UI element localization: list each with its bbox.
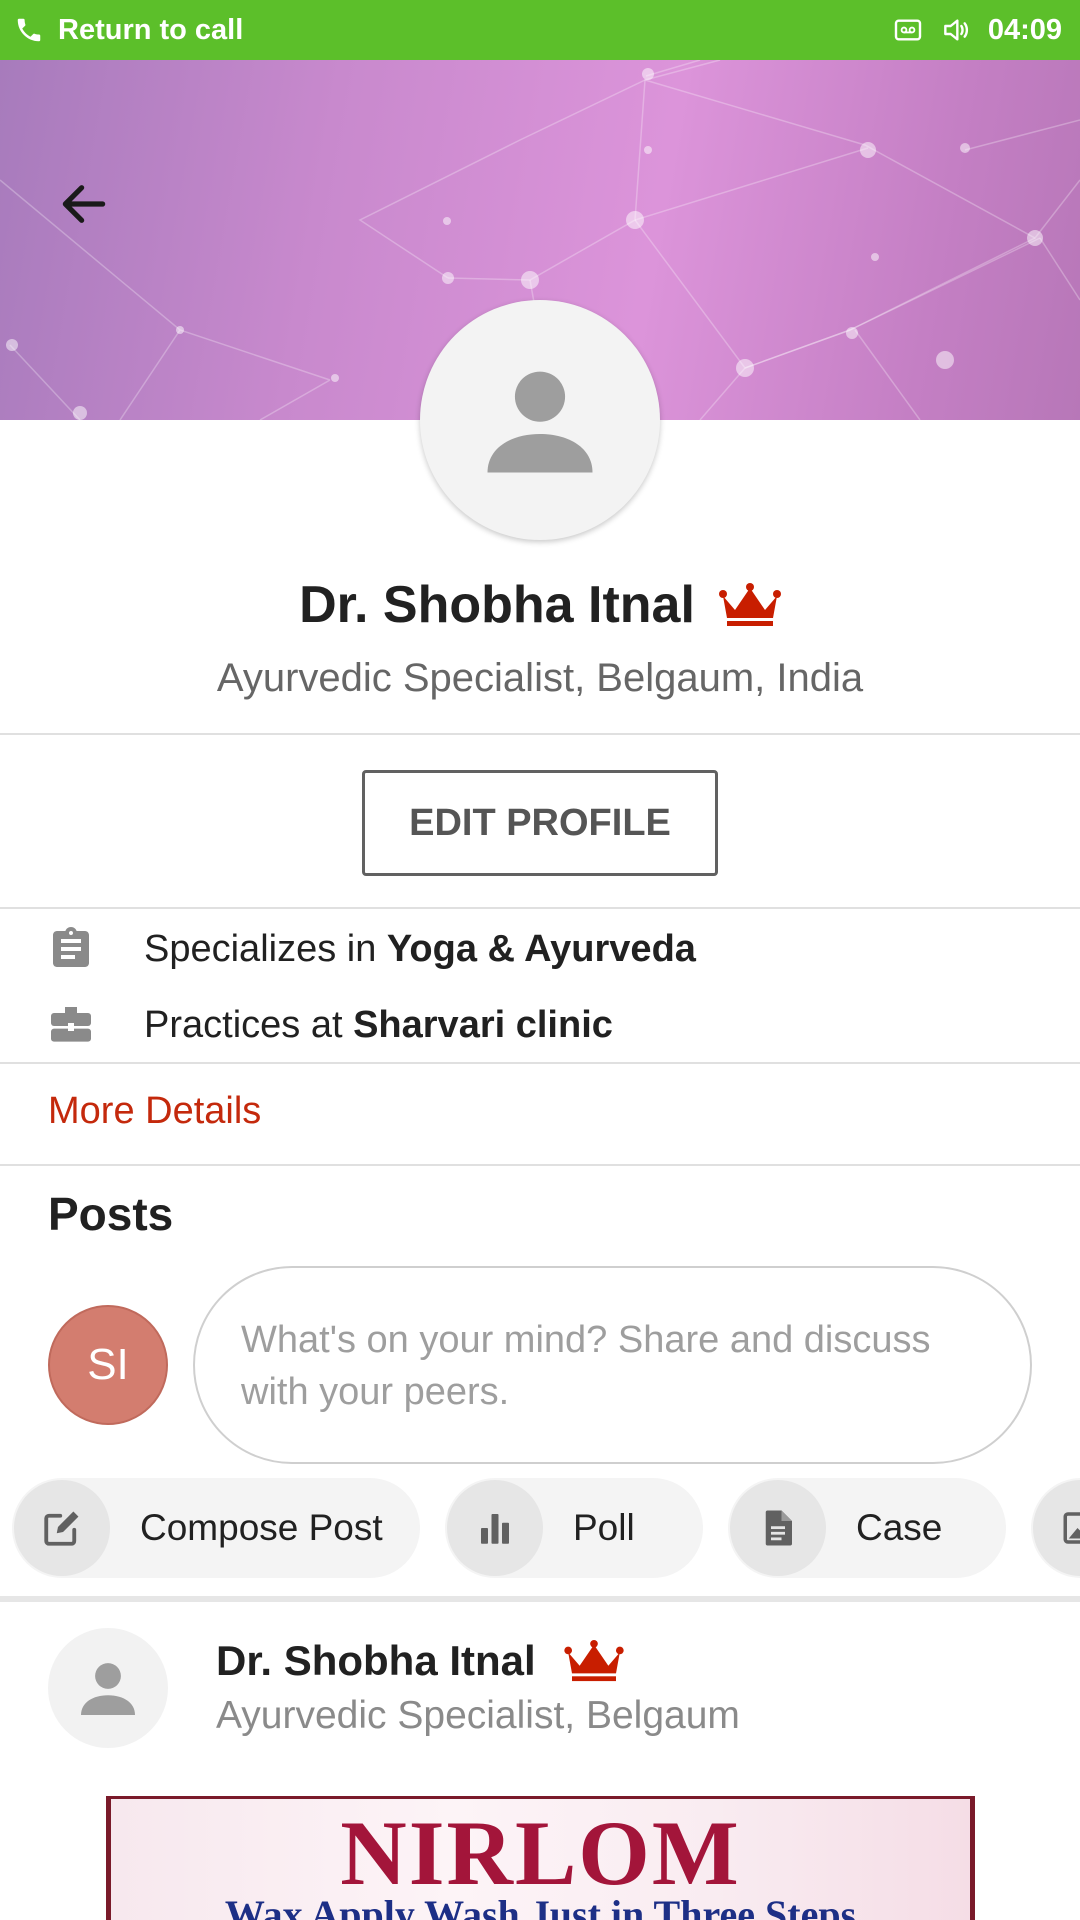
arrow-back-icon xyxy=(62,185,106,223)
bar-chart-icon xyxy=(447,1480,543,1576)
poll-button[interactable]: Poll xyxy=(445,1478,703,1578)
person-icon xyxy=(81,1663,135,1715)
post-author-subtitle: Ayurvedic Specialist, Belgaum xyxy=(216,1694,740,1737)
divider xyxy=(0,733,1080,735)
profile-name: Dr. Shobha Itnal xyxy=(299,576,695,634)
edit-icon xyxy=(14,1480,110,1576)
clock: 04:09 xyxy=(987,13,1062,46)
practices-prefix: Practices at xyxy=(144,1003,354,1046)
post-composer-input[interactable]: What's on your mind? Share and discuss w… xyxy=(193,1266,1032,1464)
compose-post-label: Compose Post xyxy=(140,1507,383,1548)
phone-icon xyxy=(17,18,41,42)
crown-icon xyxy=(564,1639,624,1682)
case-label: Case xyxy=(856,1507,943,1548)
practices-value: Sharvari clinic xyxy=(353,1003,613,1046)
post-actions: Compose Post Poll Case xyxy=(0,1478,1080,1582)
user-avatar: SI xyxy=(48,1305,168,1425)
more-details-link[interactable]: More Details xyxy=(48,1090,261,1133)
image-button[interactable] xyxy=(1031,1478,1080,1578)
post-image-brand: NIRLOM xyxy=(340,1802,741,1904)
status-bar: Return to call 04:09 xyxy=(0,0,1080,60)
image-icon xyxy=(1033,1480,1080,1576)
divider xyxy=(0,1062,1080,1064)
document-icon xyxy=(730,1480,826,1576)
practices-row: Practices at Sharvari clinic xyxy=(0,990,1080,1060)
volume-icon xyxy=(943,19,968,41)
return-to-call[interactable]: Return to call xyxy=(14,12,243,48)
clipboard-icon xyxy=(46,924,96,974)
specializes-prefix: Specializes in xyxy=(144,927,387,970)
edit-profile-button[interactable]: EDIT PROFILE xyxy=(362,770,718,876)
compose-post-button[interactable]: Compose Post xyxy=(12,1478,420,1578)
back-button[interactable] xyxy=(48,168,120,240)
profile-avatar[interactable] xyxy=(420,300,660,540)
specializes-value: Yoga & Ayurveda xyxy=(386,927,696,970)
profile-name-row: Dr. Shobha Itnal xyxy=(0,570,1080,640)
post-image[interactable]: NIRLOM Wax Apply Wash Just in Three Step… xyxy=(106,1796,975,1920)
post-image-tagline: Wax Apply Wash Just in Three Steps xyxy=(224,1892,857,1920)
divider xyxy=(0,1164,1080,1166)
return-to-call-label: Return to call xyxy=(58,13,244,46)
posts-heading: Posts xyxy=(48,1188,174,1240)
specializes-row: Specializes in Yoga & Ayurveda xyxy=(0,914,1080,984)
post-author-row[interactable]: Dr. Shobha Itnal xyxy=(216,1633,624,1689)
briefcase-icon xyxy=(46,1000,96,1050)
profile-subtitle: Ayurvedic Specialist, Belgaum, India xyxy=(216,656,864,700)
divider xyxy=(0,907,1080,909)
poll-label: Poll xyxy=(573,1507,635,1548)
post-author-name: Dr. Shobha Itnal xyxy=(216,1637,536,1684)
post-author-avatar[interactable] xyxy=(48,1628,168,1748)
section-divider xyxy=(0,1596,1080,1602)
voicemail-icon xyxy=(894,19,922,41)
case-button[interactable]: Case xyxy=(728,1478,1006,1578)
crown-icon xyxy=(718,583,781,626)
person-icon xyxy=(487,371,593,473)
